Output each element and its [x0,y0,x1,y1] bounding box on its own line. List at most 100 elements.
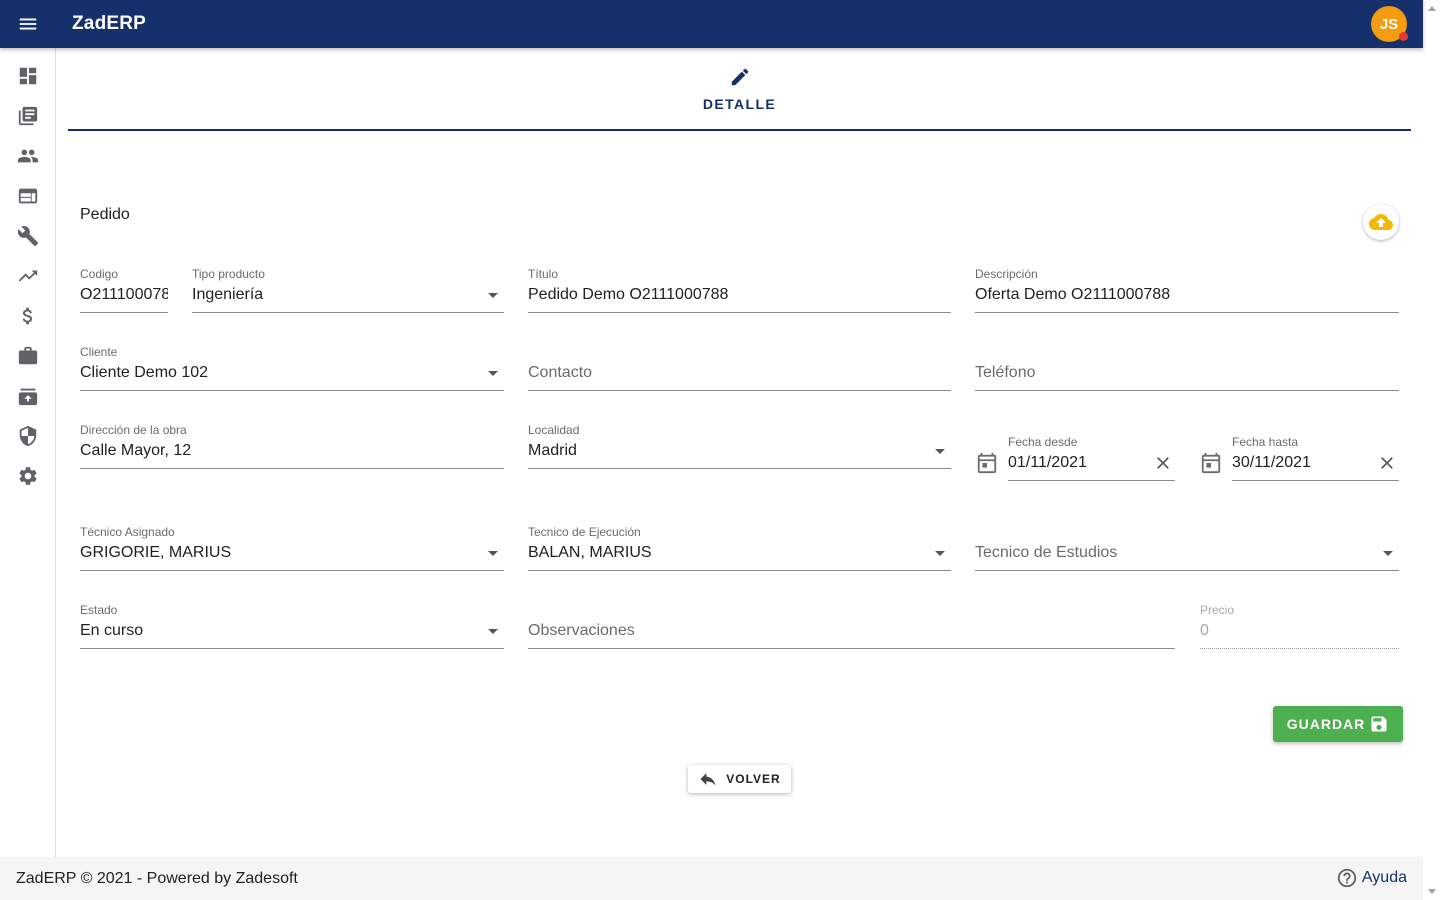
contacto-field[interactable]: Contacto [528,345,951,391]
notification-dot [1399,32,1408,41]
titulo-field[interactable]: Título Pedido Demo O2111000788 [528,267,951,313]
fecha-desde-label: Fecha desde [1008,435,1078,449]
gear-icon [19,467,37,485]
descripcion-label: Descripción [975,267,1038,281]
app-title[interactable]: ZadERP [72,13,146,35]
direccion-field[interactable]: Dirección de la obra Calle Mayor, 12 [80,423,504,469]
codigo-input[interactable]: O2111000788 [80,286,168,304]
tecnico-ejecucion-select[interactable]: Tecnico de Ejecución BALAN, MARIUS [528,525,951,571]
sidebar-item-trending[interactable] [0,256,56,296]
save-button[interactable]: GUARDAR [1273,706,1403,742]
localidad-select[interactable]: Localidad Madrid [528,423,951,469]
descripcion-input[interactable]: Oferta Demo O2111000788 [975,286,1399,304]
tipo-producto-value: Ingeniería [192,286,264,303]
estado-value: En curso [80,622,144,639]
cliente-label: Cliente [80,345,118,359]
sidebar-item-people[interactable] [0,136,56,176]
calendar-icon[interactable] [1200,452,1224,476]
main-content: DETALLE Pedido Codigo O2111000788 Tipo p… [56,48,1423,857]
telefono-placeholder: Teléfono [975,364,1036,381]
menu-icon[interactable] [0,0,56,48]
precio-field: Precio 0 [1200,603,1399,649]
codigo-label: Codigo [80,267,119,281]
direccion-label: Dirección de la obra [80,423,187,437]
tecnico-asignado-select[interactable]: Técnico Asignado GRIGORIE, MARIUS [80,525,504,571]
chevron-down-icon[interactable] [488,551,498,556]
fecha-desde-field[interactable]: Fecha desde 01/11/2021 [1008,435,1175,481]
save-button-label: GUARDAR [1286,716,1366,732]
observaciones-field[interactable]: Observaciones [528,603,1175,649]
tecnico-estudios-select[interactable]: Tecnico de Estudios [975,525,1399,571]
tab-detalle[interactable]: DETALLE [68,66,1411,131]
sidebar-item-money[interactable] [0,296,56,336]
top-app-bar: ZadERP JS [0,0,1423,48]
upload-button[interactable] [1363,204,1399,240]
pencil-icon [729,66,751,93]
fecha-hasta-field[interactable]: Fecha hasta 30/11/2021 [1232,435,1399,481]
sidebar-item-archive[interactable] [0,376,56,416]
clear-icon[interactable] [1153,453,1173,473]
sidebar-item-web[interactable] [0,176,56,216]
people-icon [17,149,39,163]
vertical-scrollbar[interactable] [1423,0,1440,900]
codigo-field[interactable]: Codigo O2111000788 [80,267,168,313]
chevron-down-icon[interactable] [935,551,945,556]
back-button-label: VOLVER [726,772,781,786]
sidebar-item-business[interactable] [0,336,56,376]
dollar-icon [22,307,33,325]
descripcion-field[interactable]: Descripción Oferta Demo O2111000788 [975,267,1399,313]
wrench-icon [17,226,39,247]
sidebar-item-security[interactable] [0,416,56,456]
sidebar-item-dashboard[interactable] [0,56,56,96]
chevron-down-icon[interactable] [488,371,498,376]
back-button[interactable]: VOLVER [688,765,791,793]
direccion-input[interactable]: Calle Mayor, 12 [80,442,504,460]
tipo-producto-select[interactable]: Tipo producto Ingeniería [192,267,504,313]
dashboard-icon [19,67,37,85]
cliente-select[interactable]: Cliente Cliente Demo 102 [80,345,504,391]
footer-copyright: ZadERP © 2021 - Powered by Zadesoft [16,869,298,887]
tecnico-asignado-label: Técnico Asignado [80,525,175,539]
localidad-label: Localidad [528,423,580,437]
clear-icon[interactable] [1377,453,1397,473]
precio-value: 0 [1200,622,1209,639]
reply-arrow-icon [700,773,716,786]
scroll-up-arrow[interactable] [1428,6,1436,11]
precio-label: Precio [1200,603,1235,617]
chevron-down-icon[interactable] [488,629,498,634]
estado-select[interactable]: Estado En curso [80,603,504,649]
tecnico-ejecucion-label: Tecnico de Ejecución [528,525,641,539]
briefcase-icon [18,346,38,365]
calendar-icon[interactable] [976,452,1000,476]
tipo-producto-label: Tipo producto [192,267,265,281]
sidebar [0,48,56,857]
avatar-initials: JS [1379,15,1399,33]
archive-upload-icon [18,388,38,406]
tecnico-ejecucion-value: BALAN, MARIUS [528,544,652,561]
telefono-field[interactable]: Teléfono [975,345,1399,391]
titulo-input[interactable]: Pedido Demo O2111000788 [528,286,951,304]
chevron-down-icon[interactable] [1383,551,1393,556]
trending-up-icon [18,270,38,282]
fecha-desde-input[interactable]: 01/11/2021 [1008,454,1145,472]
sidebar-item-library[interactable] [0,96,56,136]
contacto-placeholder: Contacto [528,364,593,381]
observaciones-placeholder: Observaciones [528,622,635,639]
web-window-icon [18,188,38,204]
cliente-value: Cliente Demo 102 [80,364,209,381]
user-avatar[interactable]: JS [1371,6,1408,42]
sidebar-item-build[interactable] [0,216,56,256]
tab-label: DETALLE [702,96,777,112]
chevron-down-icon[interactable] [935,449,945,454]
chevron-down-icon[interactable] [488,293,498,298]
localidad-value: Madrid [528,442,577,459]
help-link[interactable]: Ayuda [1336,867,1407,889]
tecnico-asignado-value: GRIGORIE, MARIUS [80,544,232,561]
sidebar-item-settings[interactable] [0,456,56,496]
shield-icon [19,425,37,447]
titulo-label: Título [528,267,559,281]
help-circle-icon [1337,868,1357,888]
scroll-down-arrow[interactable] [1428,889,1436,894]
section-title: Pedido [80,206,130,223]
fecha-hasta-input[interactable]: 30/11/2021 [1232,454,1369,472]
